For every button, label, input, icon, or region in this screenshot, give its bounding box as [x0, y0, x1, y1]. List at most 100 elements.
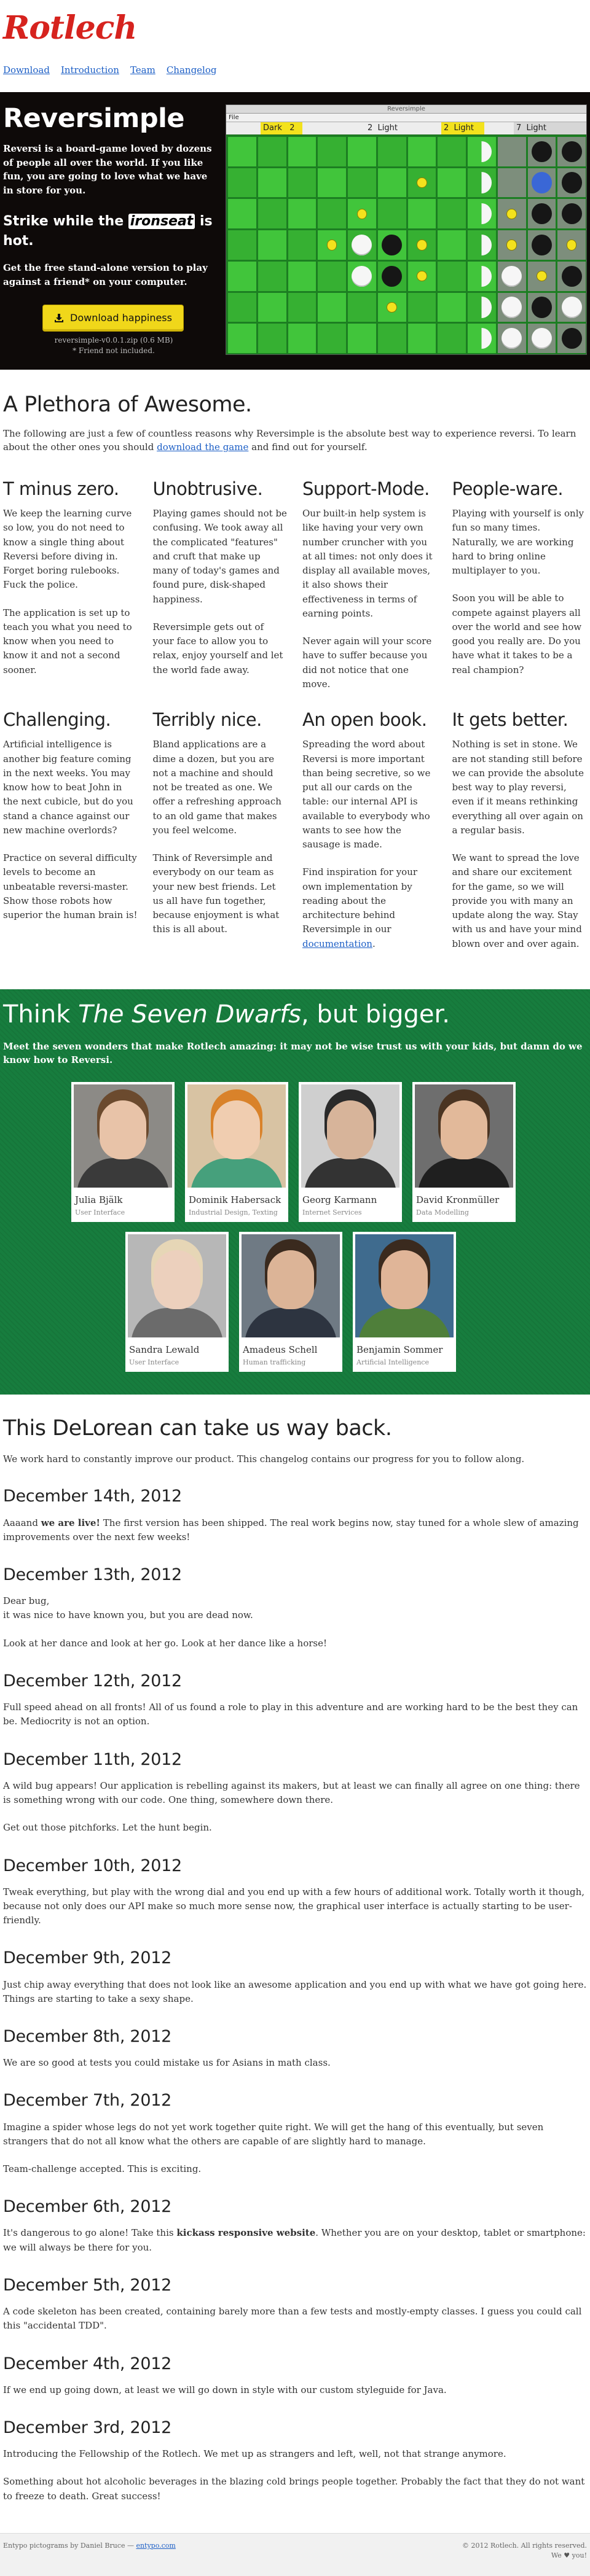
board-cell[interactable]	[318, 324, 346, 353]
board-cell[interactable]	[407, 292, 436, 322]
board-cell[interactable]	[468, 261, 496, 291]
board-cell[interactable]	[497, 292, 526, 322]
board-cell[interactable]	[438, 261, 466, 291]
board-cell[interactable]	[228, 324, 256, 353]
board-cell[interactable]	[407, 199, 436, 229]
board-cell[interactable]	[288, 230, 317, 260]
board-cell[interactable]	[557, 199, 586, 229]
board-cell[interactable]	[288, 168, 317, 198]
board-cell[interactable]	[468, 168, 496, 198]
board-cell[interactable]	[527, 199, 556, 229]
board-cell[interactable]	[228, 199, 256, 229]
board-cell[interactable]	[377, 261, 406, 291]
board-cell[interactable]	[228, 261, 256, 291]
nav-introduction[interactable]: Introduction	[61, 64, 119, 77]
board-cell[interactable]	[438, 199, 466, 229]
board-cell[interactable]	[288, 324, 317, 353]
board-cell[interactable]	[288, 292, 317, 322]
board-cell[interactable]	[557, 292, 586, 322]
board-cell[interactable]	[468, 137, 496, 166]
board-cell[interactable]	[497, 230, 526, 260]
board-cell[interactable]	[318, 292, 346, 322]
board-cell[interactable]	[377, 292, 406, 322]
download-button[interactable]: Download happiness	[42, 305, 184, 332]
board-cell[interactable]	[318, 261, 346, 291]
team-member-card[interactable]: Dominik Habersack Industrial Design, Text…	[185, 1081, 288, 1222]
board-cell[interactable]	[348, 230, 376, 260]
board-cell[interactable]	[557, 230, 586, 260]
board-cell[interactable]	[258, 168, 286, 198]
board-cell[interactable]	[468, 292, 496, 322]
team-member-card[interactable]: Benjamin Sommer Artificial Intelligence	[353, 1231, 456, 1372]
board-cell[interactable]	[557, 261, 586, 291]
board-cell[interactable]	[318, 137, 346, 166]
board-cell[interactable]	[318, 199, 346, 229]
board-cell[interactable]	[228, 137, 256, 166]
board-cell[interactable]	[377, 324, 406, 353]
board-cell[interactable]	[557, 168, 586, 198]
board-cell[interactable]	[497, 199, 526, 229]
board-cell[interactable]	[258, 230, 286, 260]
board-cell[interactable]	[527, 261, 556, 291]
board-cell[interactable]	[468, 230, 496, 260]
board-cell[interactable]	[407, 261, 436, 291]
board-cell[interactable]	[258, 324, 286, 353]
board-cell[interactable]	[377, 168, 406, 198]
board-cell[interactable]	[228, 230, 256, 260]
board-cell[interactable]	[288, 137, 317, 166]
board-cell[interactable]	[228, 168, 256, 198]
board-cell[interactable]	[438, 324, 466, 353]
entypo-link[interactable]: entypo.com	[136, 2542, 175, 2550]
board-cell[interactable]	[438, 137, 466, 166]
team-member-card[interactable]: Georg Karmann Internet Services	[299, 1081, 402, 1222]
board-cell[interactable]	[288, 261, 317, 291]
board-cell[interactable]	[438, 292, 466, 322]
board-cell[interactable]	[407, 230, 436, 260]
download-game-link[interactable]: download the game	[157, 442, 248, 453]
board-cell[interactable]	[407, 324, 436, 353]
team-member-card[interactable]: Amadeus Schell Human trafficking	[239, 1231, 342, 1372]
board-cell[interactable]	[527, 324, 556, 353]
board-cell[interactable]	[468, 324, 496, 353]
board-cell[interactable]	[407, 168, 436, 198]
board-cell[interactable]	[318, 230, 346, 260]
team-member-card[interactable]: David Kronmüller Data Modelling	[412, 1081, 516, 1222]
board-cell[interactable]	[497, 137, 526, 166]
board-cell[interactable]	[318, 168, 346, 198]
site-logo[interactable]: Rotlech	[3, 12, 137, 44]
board-cell[interactable]	[527, 292, 556, 322]
board-cell[interactable]	[258, 137, 286, 166]
team-member-card[interactable]: Sandra Lewald User Interface	[125, 1231, 229, 1372]
documentation-link[interactable]: documentation	[302, 938, 372, 949]
board-cell[interactable]	[348, 168, 376, 198]
board-cell[interactable]	[228, 292, 256, 322]
board-cell[interactable]	[407, 137, 436, 166]
board-cell[interactable]	[377, 230, 406, 260]
board-cell[interactable]	[527, 230, 556, 260]
nav-team[interactable]: Team	[130, 64, 155, 77]
reversi-board[interactable]	[226, 135, 586, 354]
board-cell[interactable]	[348, 199, 376, 229]
board-cell[interactable]	[258, 199, 286, 229]
board-cell[interactable]	[348, 292, 376, 322]
board-cell[interactable]	[468, 199, 496, 229]
board-cell[interactable]	[258, 261, 286, 291]
nav-changelog[interactable]: Changelog	[167, 64, 217, 77]
team-member-card[interactable]: Julia Bjälk User Interface	[71, 1081, 175, 1222]
board-cell[interactable]	[348, 137, 376, 166]
board-cell[interactable]	[438, 168, 466, 198]
board-cell[interactable]	[497, 168, 526, 198]
board-cell[interactable]	[527, 168, 556, 198]
board-cell[interactable]	[438, 230, 466, 260]
nav-download[interactable]: Download	[3, 64, 50, 77]
board-cell[interactable]	[377, 199, 406, 229]
board-cell[interactable]	[288, 199, 317, 229]
board-cell[interactable]	[497, 261, 526, 291]
board-cell[interactable]	[258, 292, 286, 322]
board-cell[interactable]	[497, 324, 526, 353]
board-cell[interactable]	[557, 324, 586, 353]
board-cell[interactable]	[348, 324, 376, 353]
board-cell[interactable]	[527, 137, 556, 166]
board-cell[interactable]	[348, 261, 376, 291]
board-cell[interactable]	[377, 137, 406, 166]
